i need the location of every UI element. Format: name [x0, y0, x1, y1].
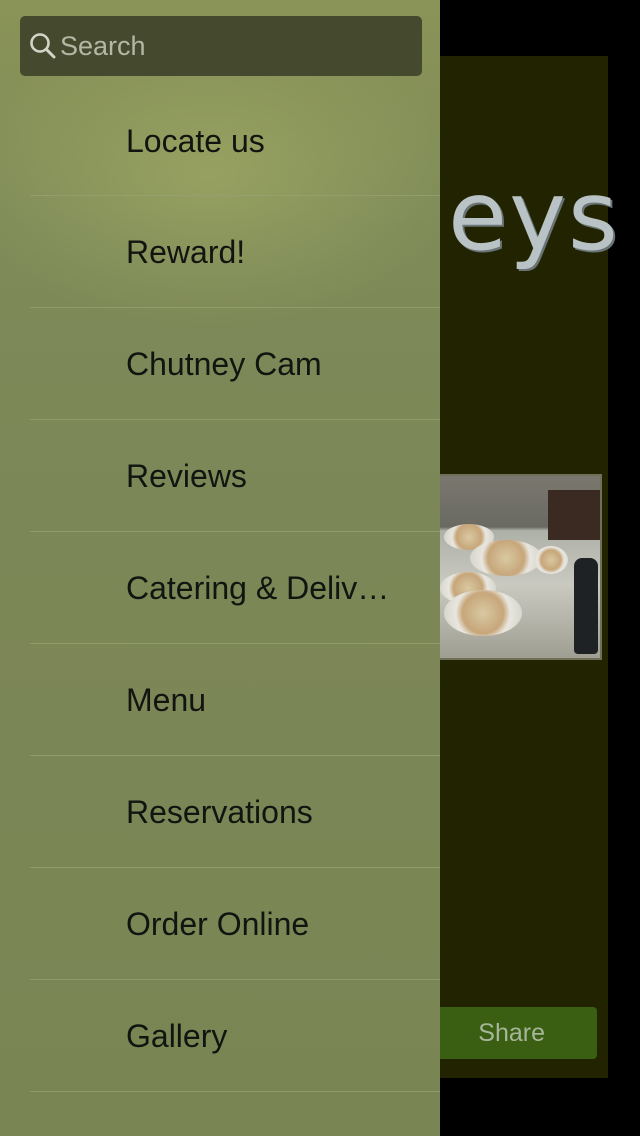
chair-shape: [548, 490, 600, 540]
menu-item-label: Reservations: [126, 793, 313, 830]
plate-shape: [534, 546, 568, 574]
restaurant-logo: eys: [448, 160, 620, 272]
share-button[interactable]: Share: [424, 1007, 597, 1059]
menu-item-reservations[interactable]: Reservations: [0, 756, 440, 868]
menu-item-reviews[interactable]: Reviews: [0, 420, 440, 532]
menu-item-chutney-cam[interactable]: Chutney Cam: [0, 308, 440, 420]
menu-item-label: Reviews: [126, 457, 247, 494]
plate-shape: [444, 590, 522, 636]
search-icon: [28, 31, 58, 61]
menu-item-menu[interactable]: Menu: [0, 644, 440, 756]
wine-bottle-shape: [574, 558, 598, 654]
menu-item-catering-delivery[interactable]: Catering & Delivery: [0, 532, 440, 644]
menu-item-label: Locate us: [126, 122, 265, 159]
menu-item-gallery[interactable]: Gallery: [0, 980, 440, 1092]
menu-item-locate-us[interactable]: Locate us: [0, 86, 440, 196]
food-photo: [436, 474, 602, 660]
menu-item-label: Chutney Cam: [126, 345, 322, 382]
menu-item-label: Reward!: [126, 233, 246, 270]
menu-item-label: Menu: [126, 681, 207, 718]
navigation-drawer: Locate us Reward! Chutney Cam Reviews Ca…: [0, 0, 440, 1136]
menu-list: Locate us Reward! Chutney Cam Reviews Ca…: [0, 86, 440, 1092]
menu-item-label: Gallery: [126, 1017, 228, 1054]
search-input[interactable]: [58, 16, 422, 76]
menu-item-reward[interactable]: Reward!: [0, 196, 440, 308]
menu-item-order-online[interactable]: Order Online: [0, 868, 440, 980]
search-bar[interactable]: [20, 16, 422, 76]
menu-item-label: Catering & Delivery: [126, 569, 400, 606]
plate-shape: [470, 540, 542, 576]
menu-item-label: Order Online: [126, 905, 310, 942]
